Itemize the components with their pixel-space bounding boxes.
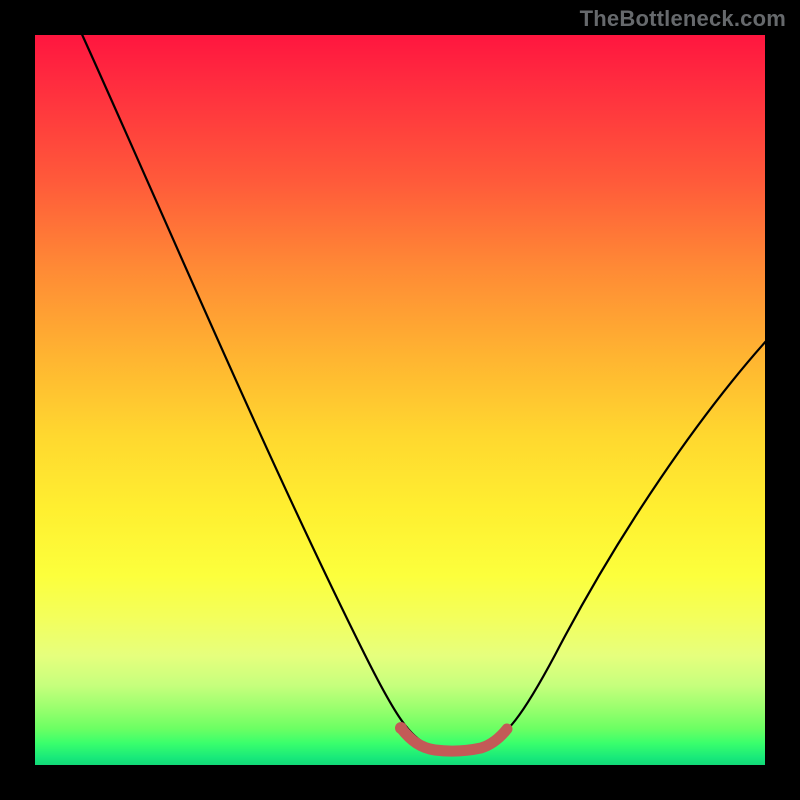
bottleneck-curve xyxy=(80,30,767,750)
flat-region-start-dot xyxy=(395,722,407,734)
plot-area xyxy=(35,35,765,765)
flat-region-highlight xyxy=(401,728,507,751)
curve-layer xyxy=(35,35,765,765)
watermark-text: TheBottleneck.com xyxy=(580,6,786,32)
chart-frame: TheBottleneck.com xyxy=(0,0,800,800)
